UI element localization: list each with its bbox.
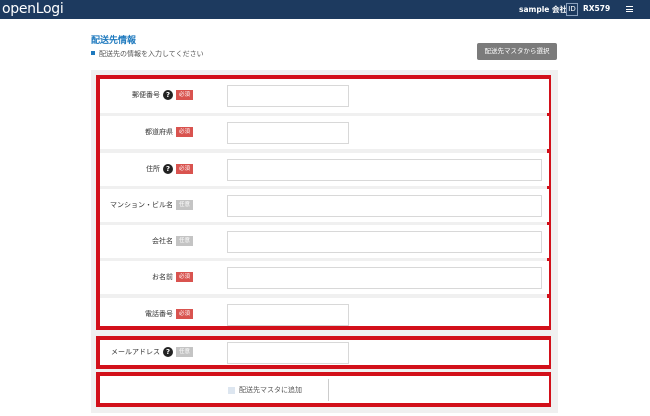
select-from-master-button[interactable]: 配送先マスタから選択 <box>477 43 557 60</box>
required-badge: 必須 <box>176 272 193 282</box>
page-subtitle: 配送先の情報を入力してください <box>91 49 204 59</box>
company-input[interactable] <box>227 231 542 253</box>
help-icon[interactable]: ? <box>163 347 173 357</box>
form-row-postal-code: 郵便番号? 必須 <box>100 79 549 113</box>
name-label: お名前 必須 <box>152 272 193 282</box>
top-navigation-bar: openLogi sample 会社 ID RX579 <box>0 0 650 19</box>
form-row-name: お名前 必須 <box>100 261 549 294</box>
optional-badge: 任意 <box>176 200 193 210</box>
account-id: RX579 <box>583 4 611 13</box>
form-row-company: 会社名 任意 <box>100 225 549 258</box>
name-input[interactable] <box>227 267 542 289</box>
form-row-prefecture: 都道府県 必須 <box>100 116 549 149</box>
divider <box>328 379 329 401</box>
form-row-building: マンション・ビル名 任意 <box>100 189 549 222</box>
phone-label: 電話番号 必須 <box>145 309 193 319</box>
phone-input[interactable] <box>227 304 349 326</box>
company-label: 会社名 任意 <box>152 236 193 246</box>
account-name[interactable]: sample 会社 <box>519 4 567 15</box>
email-label: メールアドレス? 任意 <box>111 347 193 357</box>
postal-code-input[interactable] <box>227 85 349 107</box>
building-input[interactable] <box>227 195 542 217</box>
checkbox-box[interactable] <box>228 386 235 394</box>
hamburger-menu-icon[interactable] <box>626 6 633 12</box>
form-row-save-master: 配送先マスタに追加 <box>100 376 549 403</box>
page-title: 配送先情報 <box>91 36 137 46</box>
help-icon[interactable]: ? <box>163 164 173 174</box>
form-row-phone: 電話番号 必須 <box>100 298 549 326</box>
required-badge: 必須 <box>176 309 193 319</box>
required-badge: 必須 <box>176 164 193 174</box>
address-input[interactable] <box>227 159 542 181</box>
help-icon[interactable]: ? <box>163 90 173 100</box>
app-logo[interactable]: openLogi <box>2 1 64 17</box>
form-row-email: メールアドレス? 任意 <box>100 340 549 365</box>
optional-badge: 任意 <box>176 236 193 246</box>
building-label: マンション・ビル名 任意 <box>110 200 193 210</box>
optional-badge: 任意 <box>176 347 193 357</box>
checkbox-label: 配送先マスタに追加 <box>239 386 302 394</box>
prefecture-input[interactable] <box>227 122 349 144</box>
email-input[interactable] <box>227 342 349 364</box>
postal-code-label: 郵便番号? 必須 <box>132 90 193 100</box>
required-badge: 必須 <box>176 90 193 100</box>
required-badge: 必須 <box>176 127 193 137</box>
save-to-master-checkbox[interactable]: 配送先マスタに追加 <box>228 385 302 395</box>
address-label: 住所? 必須 <box>146 164 193 174</box>
id-label: ID <box>566 3 578 16</box>
form-row-address: 住所? 必須 <box>100 153 549 186</box>
prefecture-label: 都道府県 必須 <box>145 127 193 137</box>
